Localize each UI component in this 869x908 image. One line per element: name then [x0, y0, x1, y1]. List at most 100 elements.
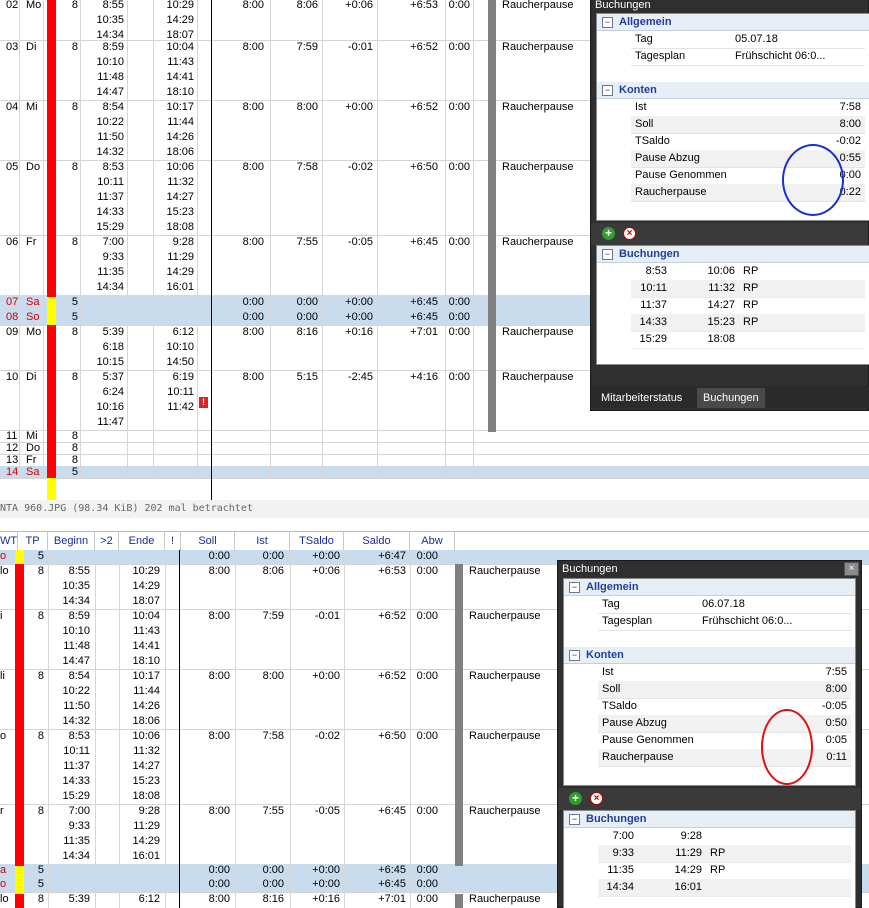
collapse-icon[interactable]: −: [569, 814, 580, 825]
close-icon[interactable]: ×: [844, 562, 859, 576]
collapse-icon[interactable]: −: [602, 249, 613, 260]
collapse-icon[interactable]: −: [602, 85, 613, 96]
tsaldo-label: TSaldo: [635, 135, 670, 147]
abw-value: 0:00: [416, 565, 438, 577]
col-soll[interactable]: Soll: [181, 532, 235, 550]
col-wt[interactable]: WT: [0, 532, 18, 550]
bottom-divider: [179, 550, 180, 908]
note: Raucherpause: [469, 805, 541, 817]
column-divider: [19, 325, 20, 370]
booking-row[interactable]: 14:33 15:23 RP: [631, 314, 865, 332]
begin-times: 8:59 10:10 11:48 14:47: [62, 610, 90, 667]
column-divider: [455, 550, 456, 564]
column-divider: [410, 878, 411, 892]
separator: [0, 518, 869, 530]
tagesplan-value: Frühschicht 06:0...: [735, 50, 826, 62]
booking-out: 18:08: [707, 333, 735, 345]
column-divider: [473, 295, 474, 310]
column-divider: [119, 878, 120, 892]
weekday: o: [0, 730, 7, 742]
pause-genommen-label: Pause Genommen: [602, 734, 694, 746]
ist-value: 8:16: [296, 326, 318, 338]
tab-mitarbeiterstatus[interactable]: Mitarbeiterstatus: [595, 388, 688, 408]
soll-value: 8:00: [208, 610, 230, 622]
column-divider: [290, 878, 291, 892]
pause-genommen-value: 0:05: [825, 734, 847, 746]
soll-row: Soll 8:00: [598, 681, 851, 699]
soll-value: 8:00: [242, 101, 264, 113]
plus-icon[interactable]: +: [569, 792, 582, 805]
booking-row[interactable]: 15:29 18:08: [631, 331, 865, 349]
column-divider: [48, 729, 49, 804]
note: Raucherpause: [469, 730, 541, 742]
column-divider: [95, 609, 96, 669]
col-abw[interactable]: Abw: [410, 532, 455, 550]
column-divider: [377, 40, 378, 100]
column-divider: [48, 669, 49, 729]
column-divider: [127, 454, 128, 466]
top-gray-bar: [488, 0, 496, 432]
col-tp[interactable]: TP: [18, 532, 48, 550]
col-ende[interactable]: Ende: [119, 532, 165, 550]
column-divider: [410, 864, 411, 878]
booking-row[interactable]: 8:53 10:06 RP: [631, 263, 865, 281]
top-allgemein-section: − Allgemein Tag 05.07.18 Tagesplan Frühsch…: [596, 13, 869, 221]
column-divider: [445, 430, 446, 442]
booking-row[interactable]: 10:11 11:32 RP: [631, 280, 865, 298]
soll-value: 8:00: [242, 326, 264, 338]
column-divider: [377, 310, 378, 325]
weekday: Mo: [26, 326, 42, 338]
col-excl[interactable]: !: [165, 532, 181, 550]
booking-flag: RP: [710, 847, 726, 859]
konten-header[interactable]: − Konten: [597, 82, 869, 99]
col-gt2[interactable]: >2: [95, 532, 119, 550]
warning-icon[interactable]: !: [199, 397, 208, 408]
tsaldo-value: +0:16: [345, 326, 373, 338]
weekday: lo: [0, 565, 9, 577]
begin-times: 8:55 10:35 14:34: [96, 0, 124, 41]
delete-icon[interactable]: ×: [623, 227, 636, 240]
column-divider: [410, 804, 411, 864]
booking-out: 14:29: [674, 864, 702, 876]
buchungen-header[interactable]: − Buchungen: [564, 811, 855, 828]
tsaldo-value: -2:45: [347, 371, 373, 383]
plus-icon[interactable]: +: [602, 227, 615, 240]
collapse-icon[interactable]: −: [569, 650, 580, 661]
col-tsaldo[interactable]: TSaldo: [290, 532, 344, 550]
saldo-value: +6:45: [410, 236, 438, 248]
tsaldo-value: +0:00: [312, 670, 340, 682]
col-saldo[interactable]: Saldo: [344, 532, 410, 550]
booking-flag: RP: [743, 265, 759, 277]
tsaldo-value: -0:05: [347, 236, 373, 248]
buchungen-header[interactable]: − Buchungen: [597, 246, 869, 263]
col-beginn[interactable]: Beginn: [48, 532, 95, 550]
saldo-value: +6:50: [378, 730, 406, 742]
buchungen-label: Buchungen: [586, 813, 647, 825]
top-panel-title: Buchungen: [595, 0, 651, 11]
booking-row[interactable]: 9:33 11:29 RP: [598, 845, 851, 863]
allgemein-header[interactable]: − Allgemein: [597, 14, 869, 31]
booking-row[interactable]: 11:35 14:29 RP: [598, 862, 851, 880]
top-buchungen-panel: Buchungen − Allgemein Tag 05.07.18 Tagesp…: [590, 0, 869, 411]
column-divider: [322, 160, 323, 235]
collapse-icon[interactable]: −: [602, 17, 613, 28]
column-divider: [127, 430, 128, 442]
konten-header[interactable]: − Konten: [564, 647, 855, 664]
collapse-icon[interactable]: −: [569, 582, 580, 593]
col-ist[interactable]: Ist: [235, 532, 290, 550]
delete-icon[interactable]: ×: [590, 792, 603, 805]
column-divider: [48, 550, 49, 564]
column-divider: [19, 0, 20, 40]
column-divider: [80, 466, 81, 478]
column-divider: [43, 0, 44, 40]
saldo-value: +6:45: [410, 311, 438, 323]
tab-buchungen[interactable]: Buchungen: [697, 388, 765, 408]
column-divider: [473, 100, 474, 160]
booking-row[interactable]: 11:37 14:27 RP: [631, 297, 865, 315]
tp-value: 8: [71, 161, 78, 173]
booking-row[interactable]: 7:00 9:28: [598, 828, 851, 846]
table-row[interactable]: 14 Sa 5: [0, 466, 869, 479]
abw-value: 0:00: [416, 864, 438, 876]
allgemein-header[interactable]: − Allgemein: [564, 579, 855, 596]
booking-row[interactable]: 14:34 16:01: [598, 879, 851, 897]
